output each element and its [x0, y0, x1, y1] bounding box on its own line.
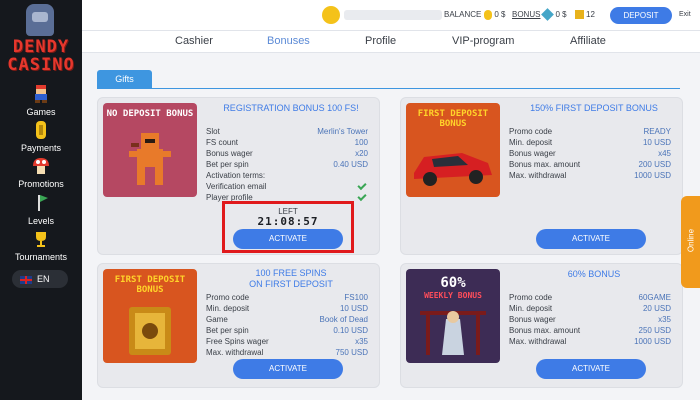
image-label-1: 60% [440, 275, 466, 291]
bonus-card-60-percent: 60% WEEKLY BONUS 60% BONUS Promo code 60G… [400, 263, 683, 388]
sidebar-item-tournaments[interactable]: Tournaments [0, 229, 82, 262]
diamond-icon [541, 8, 555, 22]
weekly-bonus-image: 60% WEEKLY BONUS [406, 269, 500, 363]
first-deposit-bonus-image: FIRST DEPOSIT BONUS [406, 103, 500, 197]
online-label: Online [686, 228, 696, 253]
balance-currency: $ [501, 10, 506, 20]
bonus-currency: $ [562, 10, 567, 19]
casino-logo[interactable]: DENDY CASINO [4, 4, 78, 80]
logo-line-1: DENDY [12, 37, 70, 57]
deposit-button[interactable]: DEPOSIT [610, 7, 672, 24]
sidebar-item-label: Tournaments [14, 252, 68, 262]
account-tabs: Cashier Bonuses Profile VIP-program Affi… [82, 31, 700, 53]
exit-link[interactable]: Exit [679, 11, 691, 18]
no-deposit-bonus-image: NO DEPOSIT BONUS [103, 103, 197, 197]
sidebar-item-levels[interactable]: Levels [0, 193, 82, 226]
activate-button[interactable]: ACTIVATE [536, 229, 646, 249]
mushroom-icon [33, 158, 49, 174]
gifts-counter[interactable]: 12 [575, 10, 595, 20]
timer-value: 21:08:57 [257, 215, 319, 228]
sidebar-item-label: Games [26, 107, 56, 117]
uk-flag-icon [20, 275, 32, 284]
bonus-card-100-free-spins: FIRST DEPOSIT BONUS 100 FREE SPINS ON FI… [97, 263, 380, 388]
image-label: FIRST DEPOSIT BONUS [114, 275, 186, 295]
balance-label: BALANCE [444, 10, 482, 20]
language-label: EN [37, 274, 50, 284]
balance-display: BALANCE 0 $ [444, 10, 506, 20]
activate-button[interactable]: ACTIVATE [233, 359, 343, 379]
countdown-timer: LEFT 21:08:57 [222, 201, 354, 253]
card-title-line-2: ON FIRST DEPOSIT [249, 279, 333, 289]
card-title: 150% FIRST DEPOSIT BONUS [530, 103, 658, 113]
check-icon [357, 191, 367, 202]
tab-bonuses[interactable]: Bonuses [267, 35, 310, 47]
coin-icon [36, 121, 46, 139]
gifts-count: 12 [586, 10, 595, 19]
sidebar-item-label: Payments [20, 143, 62, 153]
mascot-icon [26, 4, 54, 36]
card-title-line-1: 100 FREE SPINS [255, 268, 327, 278]
sidebar-item-payments[interactable]: Payments [0, 120, 82, 153]
sidebar-item-label: Levels [27, 216, 54, 226]
coin-icon [484, 10, 493, 20]
card-title: REGISTRATION BONUS 100 FS! [223, 103, 359, 113]
check-icon [357, 180, 367, 191]
activate-button[interactable]: ACTIVATE [536, 359, 646, 379]
book-of-dead-icon [129, 307, 171, 355]
avatar[interactable] [322, 6, 340, 24]
image-label: NO DEPOSIT BONUS [106, 109, 194, 119]
top-bar: BALANCE 0 $ BONUS 0 $ 12 DEPOSIT Exit [82, 0, 700, 31]
subtab-divider [97, 88, 680, 89]
trophy-icon [36, 232, 46, 247]
tab-vip-program[interactable]: VIP-program [452, 35, 514, 47]
sidebar-item-label: Promotions [18, 179, 64, 189]
tab-cashier[interactable]: Cashier [175, 35, 213, 47]
bonus-display: BONUS 0 $ [512, 8, 567, 22]
username-blurred [344, 10, 442, 20]
sidebar-item-games[interactable]: Games [0, 84, 82, 117]
mario-icon [35, 85, 47, 103]
sidebar-item-promotions[interactable]: Promotions [0, 156, 82, 189]
flag-icon [38, 195, 48, 211]
samurai-icon [420, 311, 486, 355]
tab-profile[interactable]: Profile [365, 35, 396, 47]
bonus-value: 0 [555, 10, 560, 19]
ninja-character-icon [129, 133, 171, 185]
logo-line-2: CASINO [7, 55, 75, 75]
bonus-card-150-first-deposit: FIRST DEPOSIT BONUS 150% FIRST DEPOSIT B… [400, 97, 683, 255]
subtab-gifts[interactable]: Gifts [97, 70, 152, 88]
online-support-tab[interactable]: Online [681, 196, 700, 288]
image-label-2: WEEKLY BONUS [424, 291, 482, 300]
balance-value: 0 [494, 10, 499, 20]
gift-icon [575, 10, 584, 20]
language-selector[interactable]: EN [12, 270, 68, 288]
sidebar: DENDY CASINO Games Payments Promotions L… [0, 0, 82, 400]
card-title: 60% BONUS [567, 269, 621, 279]
first-deposit-bonus-image: FIRST DEPOSIT BONUS [103, 269, 197, 363]
image-label: FIRST DEPOSIT BONUS [417, 109, 489, 129]
red-car-icon [414, 153, 492, 186]
tab-affiliate[interactable]: Affiliate [570, 35, 606, 47]
bonus-label: BONUS [512, 10, 541, 19]
